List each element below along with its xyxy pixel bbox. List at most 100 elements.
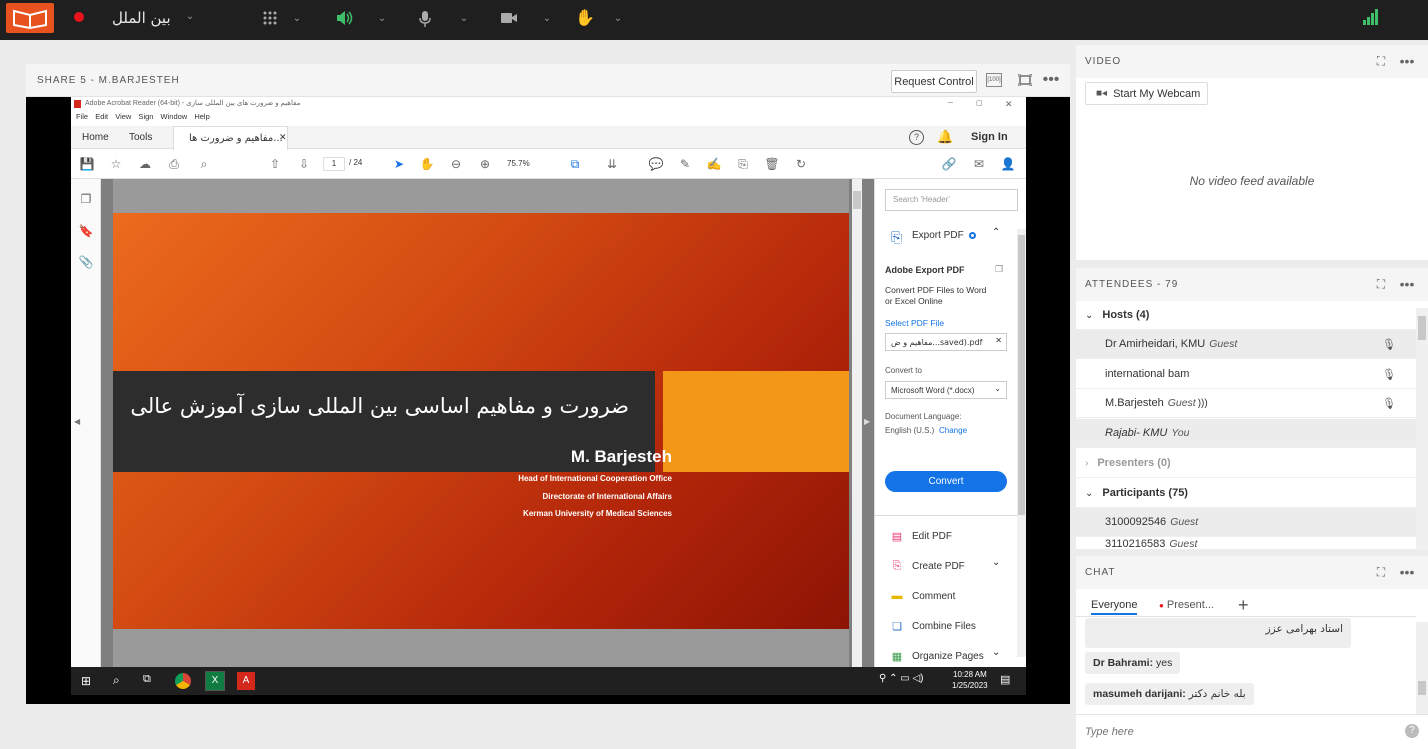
- presenters-group-header[interactable]: › Presenters (0): [1076, 449, 1416, 478]
- zoom-level-select[interactable]: 75.7%: [507, 157, 552, 171]
- draw-icon[interactable]: ✍: [706, 156, 722, 172]
- menu-help[interactable]: Help: [194, 112, 209, 121]
- chat-input[interactable]: [1085, 723, 1385, 741]
- menu-window[interactable]: Window: [161, 112, 188, 121]
- more-options-icon[interactable]: •••: [1399, 564, 1415, 580]
- windows-start-icon[interactable]: ⊞: [81, 674, 91, 688]
- scrollbar-thumb[interactable]: [1418, 316, 1426, 340]
- chat-scrollbar[interactable]: [1416, 622, 1428, 714]
- fullscreen-icon[interactable]: ⛶: [1373, 53, 1389, 69]
- convert-button[interactable]: Convert: [885, 471, 1007, 492]
- app-logo-icon[interactable]: [6, 3, 54, 33]
- zoom-out-icon[interactable]: ⊖: [448, 156, 464, 172]
- attendee-row[interactable]: 3110216583 Guest: [1076, 538, 1416, 550]
- highlight-pen-icon[interactable]: ✎: [677, 156, 693, 172]
- fullscreen-icon[interactable]: [1016, 72, 1034, 88]
- upload-icon[interactable]: ☁: [137, 156, 153, 172]
- change-language-link[interactable]: Change: [939, 426, 967, 435]
- tools-pane-scrollbar[interactable]: [1017, 229, 1026, 657]
- start-webcam-button[interactable]: ■◂ Start My Webcam: [1085, 82, 1208, 105]
- tool-create-pdf[interactable]: ⎘ Create PDF: [890, 559, 965, 573]
- microphone-muted-icon[interactable]: 🎙: [1382, 368, 1396, 381]
- task-view-icon[interactable]: ⧉: [143, 673, 151, 686]
- chat-tab-everyone[interactable]: Everyone: [1091, 599, 1138, 615]
- more-options-icon[interactable]: •••: [1399, 53, 1415, 69]
- fullscreen-icon[interactable]: ⛶: [1373, 564, 1389, 580]
- print-icon[interactable]: ⎙: [166, 156, 182, 172]
- tool-comment[interactable]: ▬ Comment: [890, 589, 956, 603]
- chrome-icon[interactable]: [175, 673, 191, 689]
- close-tab-icon[interactable]: ✕: [279, 132, 287, 143]
- email-icon[interactable]: ✉: [971, 156, 987, 172]
- page-number-input[interactable]: 1: [323, 157, 345, 171]
- previous-page-icon[interactable]: ⇧: [267, 156, 283, 172]
- selected-file-field[interactable]: مفاهیم و ض...saved).pdf ✕: [885, 333, 1007, 351]
- bookmarks-icon[interactable]: 🔖: [78, 223, 94, 239]
- export-pdf-header[interactable]: Export PDF: [912, 230, 964, 241]
- close-icon[interactable]: ✕: [1005, 97, 1013, 111]
- add-chat-tab-icon[interactable]: +: [1238, 595, 1249, 616]
- meeting-name[interactable]: بین الملل: [112, 8, 171, 28]
- link-icon[interactable]: 🔗: [941, 156, 957, 172]
- fullscreen-icon[interactable]: ⛶: [1373, 276, 1389, 292]
- pages-thumbnail-icon[interactable]: ❐: [78, 191, 94, 207]
- chevron-down-icon[interactable]: ⌄: [184, 10, 196, 22]
- notification-bell-icon[interactable]: 🔔: [937, 129, 953, 145]
- taskbar-time[interactable]: 10:28 AM: [953, 670, 987, 679]
- zoom-search-icon[interactable]: ⌕: [196, 156, 212, 172]
- chat-tab-presenters[interactable]: ● Present...: [1159, 599, 1214, 611]
- scrollbar-thumb[interactable]: [1018, 235, 1025, 515]
- notification-center-icon[interactable]: ▤: [1000, 673, 1010, 686]
- collapse-left-arrow-icon[interactable]: ◀: [74, 417, 80, 426]
- taskbar-search-icon[interactable]: ⌕: [113, 673, 120, 688]
- chevron-down-icon[interactable]: ⌄: [376, 12, 388, 24]
- scrollbar-thumb[interactable]: [853, 191, 861, 209]
- hand-tool-icon[interactable]: ✋: [419, 156, 435, 172]
- attendees-scrollbar[interactable]: [1416, 308, 1428, 550]
- add-user-icon[interactable]: 👤: [1000, 156, 1016, 172]
- actual-size-icon[interactable]: [100]: [986, 73, 1002, 87]
- minimize-icon[interactable]: ─: [948, 97, 953, 111]
- tool-combine-files[interactable]: ❏ Combine Files: [890, 619, 976, 633]
- camera-icon[interactable]: [500, 11, 518, 25]
- microphone-icon[interactable]: [418, 10, 432, 28]
- convert-format-select[interactable]: Microsoft Word (*.docx) ⌄: [885, 381, 1007, 399]
- tab-home[interactable]: Home: [82, 132, 109, 143]
- acrobat-taskbar-icon[interactable]: A: [237, 672, 255, 690]
- chevron-down-icon[interactable]: ⌄: [612, 12, 624, 24]
- menu-edit[interactable]: Edit: [95, 112, 108, 121]
- attendee-row[interactable]: Rajabi- KMU You: [1076, 419, 1416, 448]
- scrollbar-thumb[interactable]: [1418, 681, 1426, 695]
- page-fit-icon[interactable]: ⧉: [567, 156, 583, 172]
- scroll-mode-icon[interactable]: ⇊: [604, 156, 620, 172]
- speaker-icon[interactable]: [334, 10, 354, 26]
- microphone-muted-icon[interactable]: 🎙: [1382, 338, 1396, 351]
- attendee-row[interactable]: M.Barjesteh Guest ))) 🎙: [1076, 389, 1416, 418]
- select-cursor-icon[interactable]: ➤: [391, 156, 407, 172]
- bookmark-star-icon[interactable]: ☆: [108, 156, 124, 172]
- stamp-icon[interactable]: ⎘: [735, 156, 751, 172]
- remove-file-icon[interactable]: ✕: [995, 336, 1002, 345]
- attendee-row[interactable]: international bam 🎙: [1076, 360, 1416, 389]
- tool-organize-pages[interactable]: ▦ Organize Pages: [890, 649, 984, 663]
- taskbar-date[interactable]: 1/25/2023: [952, 681, 988, 690]
- search-tools-input[interactable]: Search 'Header': [885, 189, 1018, 211]
- chevron-down-icon[interactable]: ⌄: [291, 12, 303, 24]
- help-icon[interactable]: ?: [909, 130, 924, 145]
- attachment-icon[interactable]: 📎: [78, 254, 94, 270]
- chevron-down-icon[interactable]: ⌄: [992, 557, 1000, 568]
- expand-right-arrow-icon[interactable]: ▶: [864, 417, 870, 426]
- copy-icon[interactable]: ❐: [995, 264, 1003, 275]
- collapse-chevron-icon[interactable]: ⌃: [992, 227, 1000, 238]
- menu-view[interactable]: View: [115, 112, 131, 121]
- apps-grid-icon[interactable]: [262, 10, 278, 26]
- zoom-in-icon[interactable]: ⊕: [477, 156, 493, 172]
- participants-group-header[interactable]: ⌄ Participants (75): [1076, 479, 1416, 508]
- menu-sign[interactable]: Sign: [138, 112, 153, 121]
- chevron-down-icon[interactable]: ⌄: [541, 12, 553, 24]
- help-icon[interactable]: ?: [1405, 724, 1419, 738]
- microphone-icon[interactable]: 🎙: [1382, 397, 1396, 410]
- taskbar-tray-icons[interactable]: ⚲ ⌃ ▭ ◁): [879, 673, 924, 684]
- menu-file[interactable]: File: [76, 112, 88, 121]
- document-scrollbar[interactable]: [852, 179, 862, 667]
